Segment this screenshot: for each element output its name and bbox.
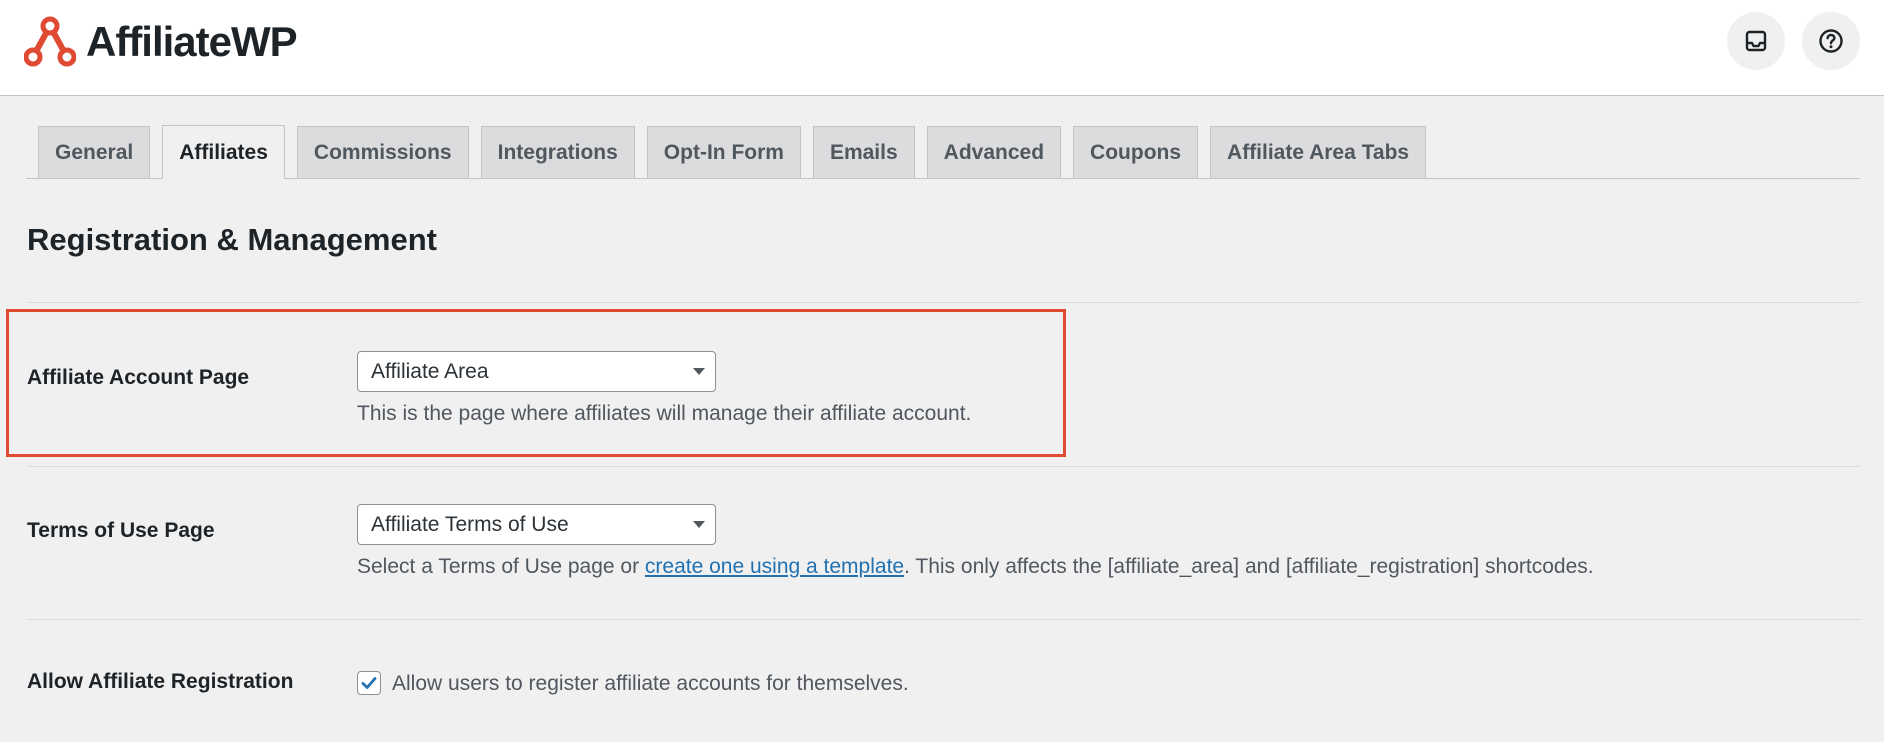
terms-of-use-page-description: Select a Terms of Use page or create one…	[357, 555, 1594, 579]
checkmark-icon	[361, 677, 377, 689]
tab-commissions[interactable]: Commissions	[296, 126, 469, 178]
tab-coupons[interactable]: Coupons	[1073, 126, 1199, 178]
settings-tabs: General Affiliates Commissions Integrati…	[26, 125, 1860, 179]
inbox-button[interactable]	[1727, 12, 1785, 70]
affiliate-account-page-value: Affiliate Area	[371, 359, 489, 383]
divider	[27, 466, 1861, 467]
help-button[interactable]	[1802, 12, 1860, 70]
affiliatewp-logo-icon	[24, 16, 76, 67]
tab-affiliates[interactable]: Affiliates	[162, 125, 285, 179]
affiliate-account-page-select[interactable]: Affiliate Area	[357, 351, 716, 392]
top-bar: AffiliateWP	[0, 0, 1884, 96]
brand-name: AffiliateWP	[86, 18, 298, 65]
tab-advanced[interactable]: Advanced	[926, 126, 1062, 178]
tab-opt-in-form[interactable]: Opt-In Form	[646, 126, 801, 178]
tab-emails[interactable]: Emails	[812, 126, 915, 178]
terms-description-prefix: Select a Terms of Use page or	[357, 555, 645, 578]
affiliate-account-page-description: This is the page where affiliates will m…	[357, 402, 972, 425]
section-title: Registration & Management	[27, 222, 437, 257]
terms-description-suffix: . This only affects the [affiliate_area]…	[904, 555, 1594, 578]
brand[interactable]: AffiliateWP	[24, 16, 298, 68]
allow-affiliate-registration-label: Allow Affiliate Registration	[27, 670, 294, 693]
affiliate-account-page-label: Affiliate Account Page	[27, 366, 250, 389]
inbox-icon	[1745, 30, 1767, 52]
terms-of-use-page-value: Affiliate Terms of Use	[371, 512, 569, 536]
terms-of-use-page-select[interactable]: Affiliate Terms of Use	[357, 504, 716, 545]
help-icon	[1819, 29, 1843, 53]
tab-integrations[interactable]: Integrations	[480, 126, 635, 178]
caret-down-icon	[693, 521, 705, 528]
allow-registration-checkbox-label[interactable]: Allow users to register affiliate accoun…	[392, 672, 909, 696]
divider	[27, 302, 1861, 303]
caret-down-icon	[693, 368, 705, 375]
create-from-template-link[interactable]: create one using a template	[645, 555, 904, 578]
terms-of-use-page-label: Terms of Use Page	[27, 519, 215, 542]
allow-registration-checkbox[interactable]	[357, 671, 381, 695]
tab-general[interactable]: General	[38, 126, 151, 178]
tab-affiliate-area-tabs[interactable]: Affiliate Area Tabs	[1210, 126, 1427, 178]
divider	[27, 619, 1861, 620]
